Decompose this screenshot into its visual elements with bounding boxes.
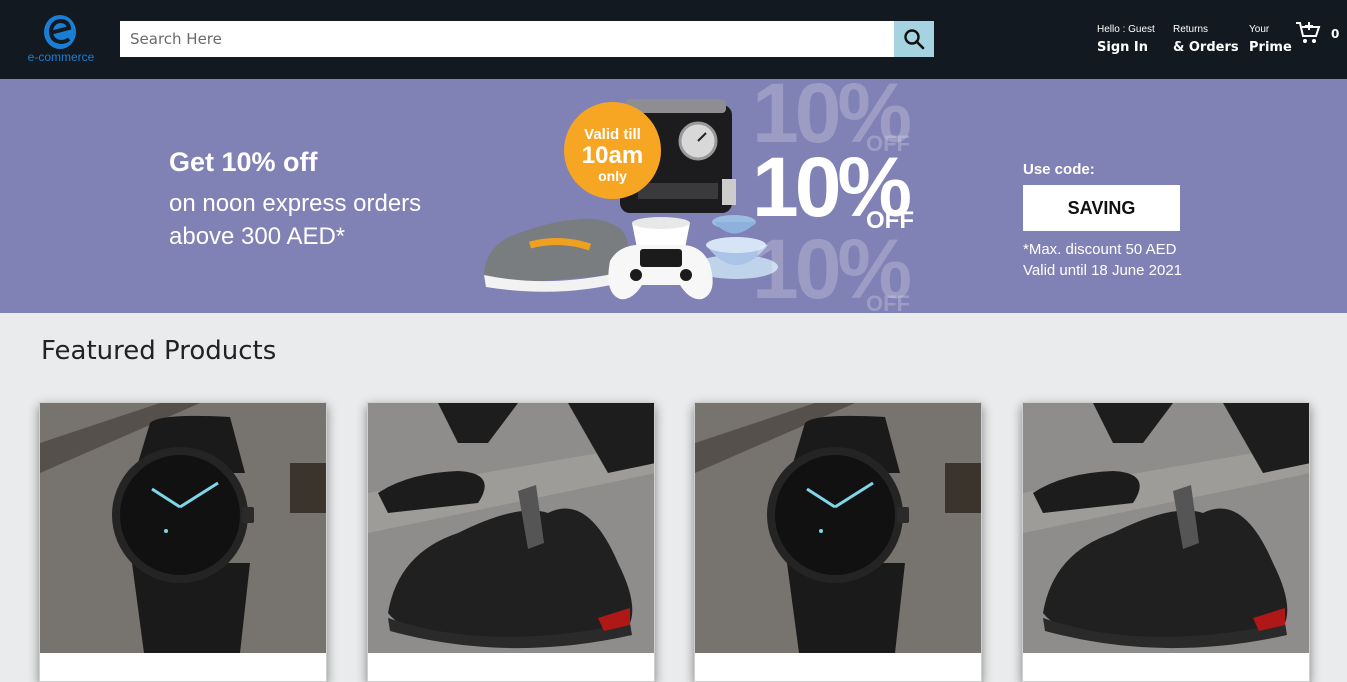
featured-products-heading: Featured Products <box>41 336 277 366</box>
search-bar <box>120 21 934 57</box>
badge-line1: Valid till <box>584 126 641 143</box>
watch-image <box>695 403 981 653</box>
valid-until-note: Valid until 18 June 2021 <box>1023 262 1183 279</box>
search-icon <box>904 29 925 50</box>
off-text: OFF <box>866 207 914 234</box>
valid-till-badge: Valid till 10am only <box>564 102 661 199</box>
sneaker-image <box>368 403 654 653</box>
top-header: e-commerce Hello : Guest Sign In Returns… <box>0 0 1347 79</box>
nav-sign-in[interactable]: Hello : Guest Sign In <box>1097 24 1155 56</box>
product-card[interactable] <box>694 402 982 682</box>
nav-your-label: Your <box>1249 24 1270 35</box>
off-ghost-bottom: OFF <box>866 291 910 313</box>
cart-icon <box>1296 22 1321 43</box>
sneaker-image <box>1023 403 1309 653</box>
product-card[interactable] <box>39 402 327 682</box>
search-button[interactable] <box>894 21 934 57</box>
use-code-label: Use code: <box>1023 161 1095 178</box>
logo-e-icon <box>44 15 76 49</box>
nav-orders-label: & Orders <box>1173 40 1239 55</box>
product-card[interactable] <box>367 402 655 682</box>
nav-prime[interactable]: Your Prime <box>1249 24 1292 56</box>
badge-line3: only <box>598 168 627 184</box>
max-discount-note: *Max. discount 50 AED <box>1023 241 1177 258</box>
search-input[interactable] <box>120 21 894 57</box>
badge-line2: 10am <box>581 142 644 169</box>
nav-sign-in-label: Sign In <box>1097 40 1148 55</box>
logo-text: e-commerce <box>27 50 95 64</box>
banner-title: Get 10% off <box>169 147 318 177</box>
cart-button[interactable]: 0 <box>1295 20 1345 50</box>
watch-image <box>40 403 326 653</box>
promo-banner[interactable]: Get 10% off on noon express orders above… <box>0 79 1347 313</box>
promo-code[interactable]: SAVING <box>1023 185 1180 231</box>
cart-count: 0 <box>1331 27 1340 41</box>
banner-subtitle-line2: above 300 AED* <box>169 223 346 250</box>
nav-returns-orders[interactable]: Returns & Orders <box>1173 24 1239 56</box>
nav-returns-label: Returns <box>1173 24 1209 35</box>
banner-subtitle-line1: on noon express orders <box>169 190 422 217</box>
nav-prime-label: Prime <box>1249 40 1292 55</box>
product-card[interactable] <box>1022 402 1310 682</box>
logo[interactable]: e-commerce <box>20 13 102 67</box>
nav-greeting: Hello : Guest <box>1097 24 1155 35</box>
